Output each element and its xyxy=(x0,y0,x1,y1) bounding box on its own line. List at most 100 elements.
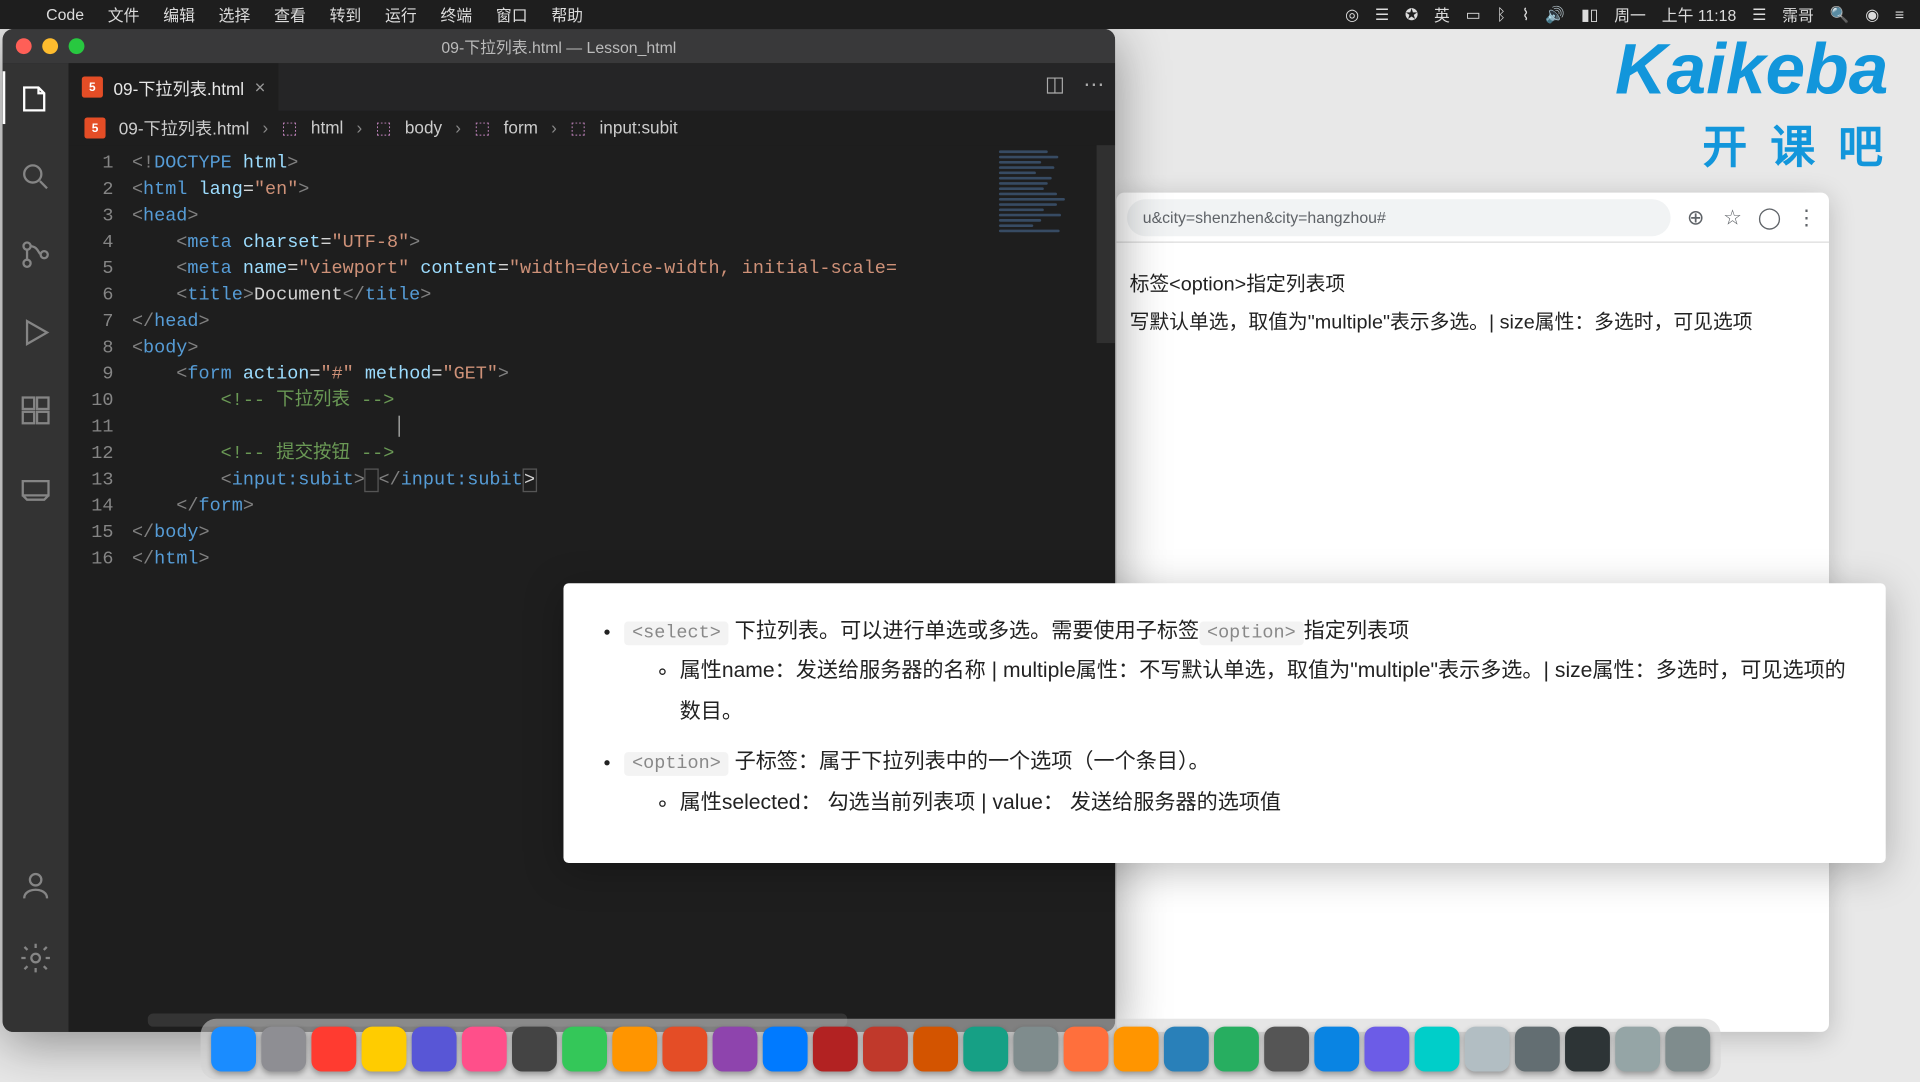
dock-app[interactable] xyxy=(1113,1027,1158,1072)
ime-indicator[interactable]: 英 xyxy=(1434,3,1450,25)
page-text: 标签<option>指定列表项 xyxy=(1130,267,1816,305)
explorer-icon[interactable] xyxy=(18,82,52,123)
siri-icon[interactable]: ◉ xyxy=(1865,5,1879,23)
minimap[interactable] xyxy=(991,145,1115,990)
tab-label: 09-下拉列表.html xyxy=(113,75,244,100)
dock-app[interactable] xyxy=(1013,1027,1058,1072)
wifi-icon[interactable]: ⌇ xyxy=(1522,5,1530,23)
dock-app[interactable] xyxy=(1514,1027,1559,1072)
vscode-titlebar[interactable]: 09-下拉列表.html — Lesson_html xyxy=(3,29,1115,63)
reference-popup: <select> 下拉列表。可以进行单选或多选。需要使用子标签<option>指… xyxy=(563,583,1885,863)
dock-app[interactable] xyxy=(210,1027,255,1072)
tab-close-icon[interactable]: × xyxy=(255,77,266,98)
status-icon[interactable]: ☰ xyxy=(1752,5,1766,23)
dock-app[interactable] xyxy=(1414,1027,1459,1072)
menu-view[interactable]: 查看 xyxy=(274,3,306,25)
code-tag: <option> xyxy=(624,752,729,776)
dock-app[interactable] xyxy=(812,1027,857,1072)
menu-file[interactable]: 文件 xyxy=(108,3,140,25)
code-tag: <select> xyxy=(624,622,729,646)
menu-go[interactable]: 转到 xyxy=(330,3,362,25)
html-file-icon: 5 xyxy=(84,117,105,138)
dock-app[interactable] xyxy=(1264,1027,1309,1072)
battery-icon[interactable]: ▮▯ xyxy=(1581,5,1598,23)
dock-app[interactable] xyxy=(1314,1027,1359,1072)
dock-app[interactable] xyxy=(862,1027,907,1072)
crumb-body[interactable]: body xyxy=(405,117,442,137)
doc-bullet: <option> 子标签：属于下拉列表中的一个选项（一个条目）。 属性selec… xyxy=(624,743,1851,823)
menu-help[interactable]: 帮助 xyxy=(551,3,583,25)
crumb-file[interactable]: 09-下拉列表.html xyxy=(119,115,250,140)
user-name[interactable]: 霈哥 xyxy=(1782,3,1814,25)
menu-run[interactable]: 运行 xyxy=(385,3,417,25)
dock-app[interactable] xyxy=(963,1027,1008,1072)
extensions-icon[interactable] xyxy=(18,393,52,434)
html-file-icon: 5 xyxy=(82,77,103,98)
dock-app[interactable] xyxy=(1163,1027,1208,1072)
menu-window[interactable]: 窗口 xyxy=(496,3,528,25)
dock-app[interactable] xyxy=(1213,1027,1258,1072)
volume-icon[interactable]: 🔊 xyxy=(1545,5,1565,23)
zoom-icon[interactable]: ⊕ xyxy=(1684,204,1708,230)
dock-app[interactable] xyxy=(1464,1027,1509,1072)
dock-app[interactable] xyxy=(1615,1027,1660,1072)
editor-group: 5 09-下拉列表.html × ◫ ⋯ 5 09-下拉列表.html › xyxy=(69,63,1115,1032)
dock-app[interactable] xyxy=(411,1027,456,1072)
spotlight-icon[interactable]: 🔍 xyxy=(1830,5,1850,23)
accounts-icon[interactable] xyxy=(18,868,52,909)
dock-app[interactable] xyxy=(1665,1027,1710,1072)
dock-app[interactable] xyxy=(561,1027,606,1072)
vscode-window: 09-下拉列表.html — Lesson_html xyxy=(3,29,1115,1032)
remote-icon[interactable] xyxy=(18,471,52,512)
menu-terminal[interactable]: 终端 xyxy=(440,3,472,25)
window-title: 09-下拉列表.html — Lesson_html xyxy=(3,35,1115,57)
editor-tab[interactable]: 5 09-下拉列表.html × xyxy=(69,63,279,111)
dock-app[interactable] xyxy=(913,1027,958,1072)
tab-bar: 5 09-下拉列表.html × ◫ ⋯ xyxy=(69,63,1115,111)
display-icon[interactable]: ▭ xyxy=(1466,5,1481,23)
dock-app[interactable] xyxy=(311,1027,356,1072)
breadcrumb[interactable]: 5 09-下拉列表.html › ⬚html › ⬚body › ⬚form ›… xyxy=(69,111,1115,145)
mac-menubar: Code 文件 编辑 选择 查看 转到 运行 终端 窗口 帮助 ◎ ☰ ✪ 英 … xyxy=(0,0,1920,29)
split-editor-icon[interactable]: ◫ xyxy=(1045,71,1065,97)
source-control-icon[interactable] xyxy=(18,238,52,279)
control-center-icon[interactable]: ≡ xyxy=(1895,5,1904,23)
menubar-app[interactable]: Code xyxy=(46,5,84,23)
profile-icon[interactable]: ◯ xyxy=(1758,204,1782,230)
dock-app[interactable] xyxy=(1564,1027,1609,1072)
bluetooth-icon[interactable]: ᛒ xyxy=(1496,5,1506,23)
dock-app[interactable] xyxy=(261,1027,306,1072)
dock-app[interactable] xyxy=(662,1027,707,1072)
dock xyxy=(200,1019,1720,1080)
doc-bullet: <select> 下拉列表。可以进行单选或多选。需要使用子标签<option>指… xyxy=(624,612,1851,732)
more-actions-icon[interactable]: ⋯ xyxy=(1083,71,1104,97)
status-icon[interactable]: ✪ xyxy=(1405,5,1418,23)
bookmark-icon[interactable]: ☆ xyxy=(1721,204,1745,230)
crumb-input[interactable]: input:subit xyxy=(599,117,677,137)
settings-icon[interactable] xyxy=(18,941,52,982)
doc-sub: 属性selected： 勾选当前列表项 | value： 发送给服务器的选项值 xyxy=(680,783,1852,823)
crumb-form[interactable]: form xyxy=(504,117,538,137)
dock-app[interactable] xyxy=(762,1027,807,1072)
dock-app[interactable] xyxy=(712,1027,757,1072)
kaikeba-logo: Kaikeba 开 课 吧 xyxy=(1479,29,1888,187)
crumb-html[interactable]: html xyxy=(311,117,343,137)
chrome-menu-icon[interactable]: ⋮ xyxy=(1795,204,1819,230)
dock-app[interactable] xyxy=(461,1027,506,1072)
dock-app[interactable] xyxy=(612,1027,657,1072)
menu-edit[interactable]: 编辑 xyxy=(163,3,195,25)
dock-app[interactable] xyxy=(361,1027,406,1072)
logo-top: Kaikeba xyxy=(1615,29,1888,111)
dock-app[interactable] xyxy=(1063,1027,1108,1072)
status-icon[interactable]: ☰ xyxy=(1375,5,1389,23)
dock-app[interactable] xyxy=(511,1027,556,1072)
code-tag: <option> xyxy=(1199,622,1304,646)
run-debug-icon[interactable] xyxy=(18,315,52,356)
status-icon[interactable]: ◎ xyxy=(1345,5,1359,23)
address-bar[interactable]: u&city=shenzhen&city=hangzhou# xyxy=(1127,199,1671,236)
search-icon[interactable] xyxy=(18,160,52,201)
clock-time[interactable]: 上午 11:18 xyxy=(1662,3,1737,25)
clock-day[interactable]: 周一 xyxy=(1614,3,1646,25)
menu-selection[interactable]: 选择 xyxy=(219,3,251,25)
dock-app[interactable] xyxy=(1364,1027,1409,1072)
